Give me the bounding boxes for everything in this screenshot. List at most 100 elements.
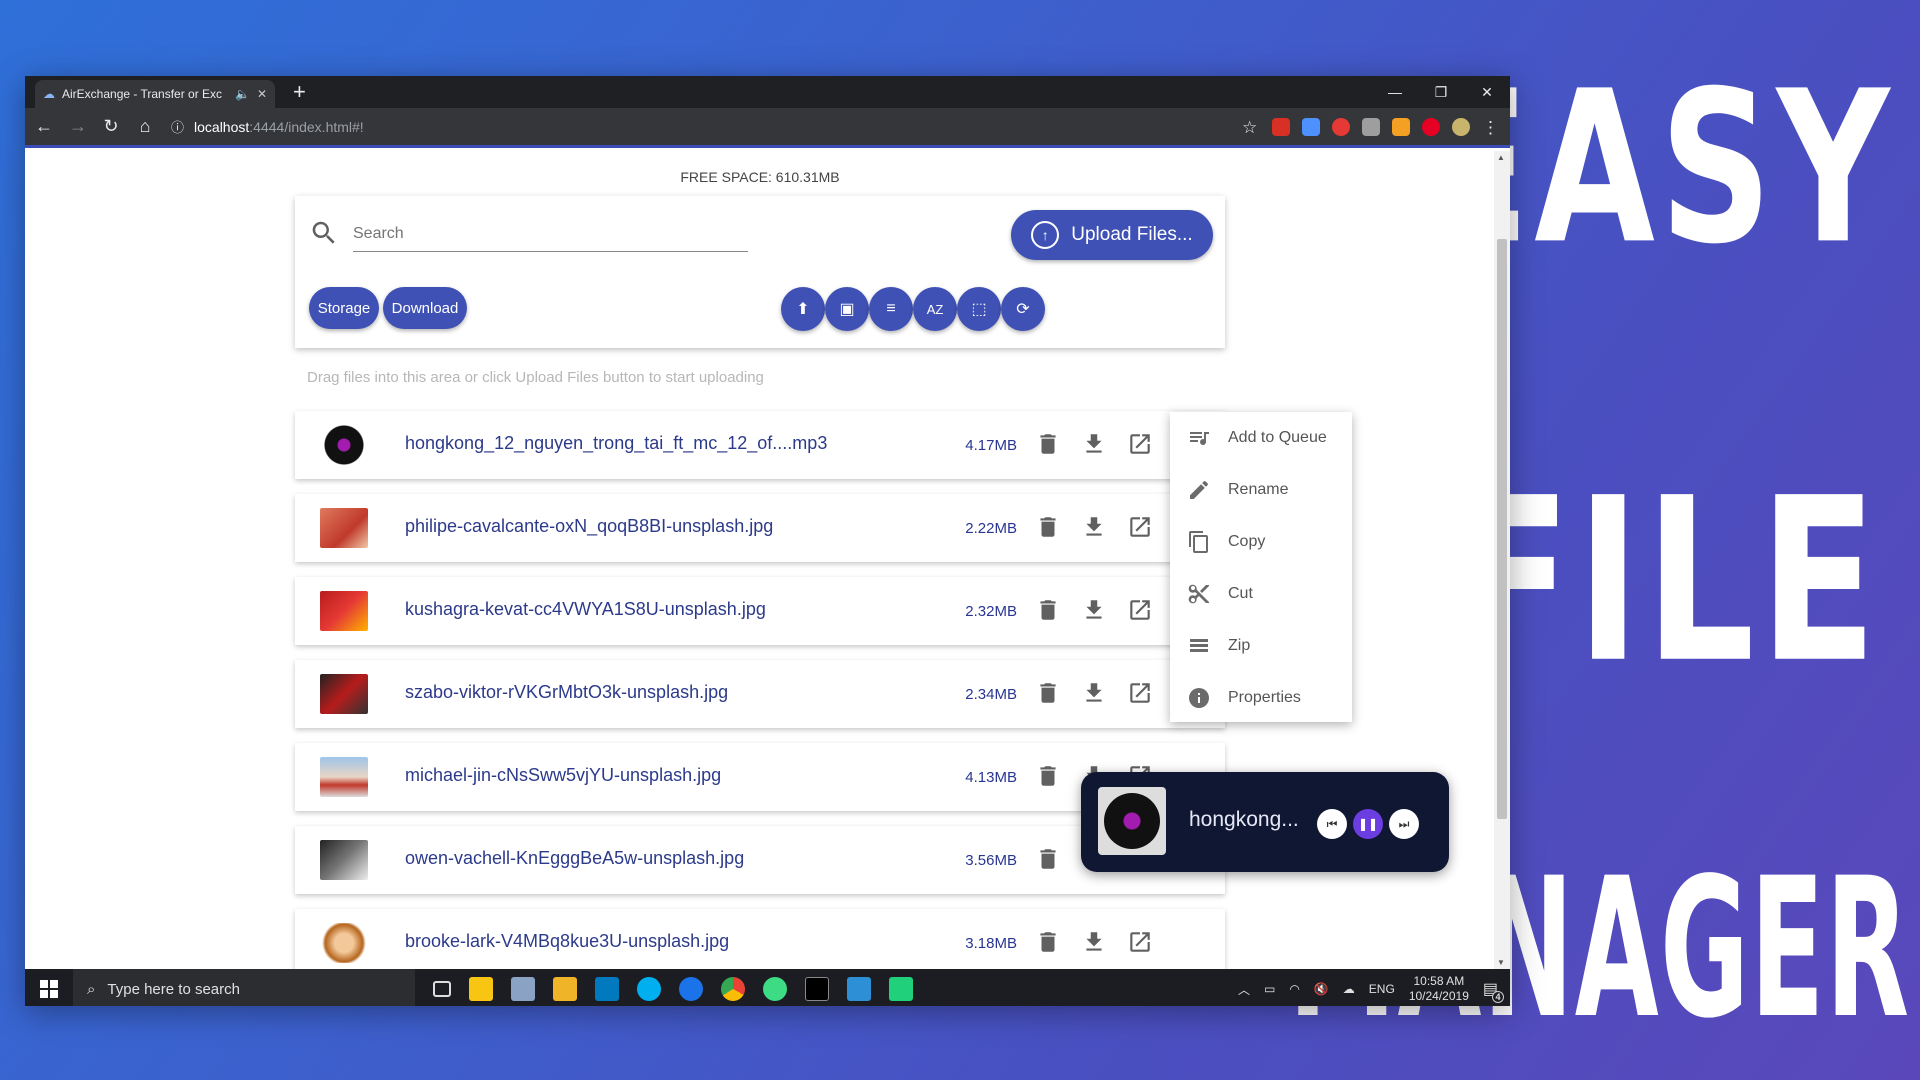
file-name-link[interactable]: hongkong_12_nguyen_trong_tai_ft_mc_12_of… [405, 433, 827, 454]
next-track-button[interactable]: ⏭ [1389, 809, 1419, 839]
home-icon[interactable]: ⌂ [137, 116, 153, 137]
pause-button[interactable]: ❚❚ [1353, 809, 1383, 839]
chrome-icon[interactable] [721, 977, 745, 1001]
new-folder-button[interactable]: ▣ [825, 287, 869, 331]
file-name-link[interactable]: szabo-viktor-rVKGrMbtO3k-unsplash.jpg [405, 682, 728, 703]
select-all-button[interactable]: ⬚ [957, 287, 1001, 331]
download-icon[interactable] [1079, 927, 1109, 957]
volume-muted-icon[interactable]: 🔇 [1314, 982, 1329, 996]
delete-icon[interactable] [1033, 512, 1063, 542]
sticky-notes-icon[interactable] [469, 977, 493, 1001]
intellij-icon[interactable] [847, 977, 871, 1001]
gmail-extension-icon[interactable] [1272, 117, 1290, 136]
delete-icon[interactable] [1033, 678, 1063, 708]
taskbar-search[interactable]: ⌕ Type here to search [73, 969, 415, 1006]
info-icon[interactable]: ⓘ [171, 117, 184, 136]
search-input[interactable] [353, 216, 748, 252]
file-name-link[interactable]: brooke-lark-V4MBq8kue3U-unsplash.jpg [405, 931, 729, 952]
refresh-button[interactable]: ⟳ [1001, 287, 1045, 331]
open-external-icon[interactable] [1125, 429, 1155, 459]
previous-track-button[interactable]: ⏮ [1317, 809, 1347, 839]
download-icon[interactable] [1079, 429, 1109, 459]
adblock-extension-icon[interactable] [1332, 117, 1350, 136]
file-name-link[interactable]: philipe-cavalcante-oxN_qoqB8BI-unsplash.… [405, 516, 773, 537]
tray-chevron-icon[interactable]: ︿ [1238, 981, 1250, 998]
file-row[interactable]: szabo-viktor-rVKGrMbtO3k-unsplash.jpg 2.3… [295, 660, 1225, 728]
download-icon[interactable] [1079, 595, 1109, 625]
file-size: 2.22MB [965, 520, 1017, 537]
trello-icon[interactable] [595, 977, 619, 1001]
menu-item-cut[interactable]: Cut [1170, 568, 1352, 620]
restore-icon[interactable]: ❐ [1418, 76, 1464, 108]
file-row[interactable]: philipe-cavalcante-oxN_qoqB8BI-unsplash.… [295, 494, 1225, 562]
file-row[interactable]: kushagra-kevat-cc4VWYA1S8U-unsplash.jpg 2… [295, 577, 1225, 645]
close-tab-icon[interactable]: ✕ [257, 87, 267, 101]
battery-icon[interactable]: ▭ [1264, 982, 1275, 996]
upload-files-button[interactable]: ↑ Upload Files... [1011, 210, 1213, 260]
menu-kebab-icon[interactable]: ⋮ [1482, 118, 1500, 137]
filter-button[interactable]: ≡ [869, 287, 913, 331]
maps-icon[interactable] [679, 977, 703, 1001]
key-extension-icon[interactable] [1392, 117, 1410, 136]
reload-icon[interactable]: ↻ [103, 116, 119, 137]
scroll-thumb[interactable] [1497, 239, 1507, 819]
download-icon[interactable] [1079, 512, 1109, 542]
skype-icon[interactable] [637, 977, 661, 1001]
open-external-icon[interactable] [1125, 512, 1155, 542]
menu-item-copy[interactable]: Copy [1170, 516, 1352, 568]
browser-tab[interactable]: ☁ AirExchange - Transfer or Exc 🔈 ✕ [35, 80, 275, 108]
file-size: 2.34MB [965, 686, 1017, 703]
page-scrollbar[interactable]: ▲ ▼ [1494, 151, 1510, 969]
storage-button[interactable]: Storage [309, 287, 379, 329]
photos-app-icon[interactable] [511, 977, 535, 1001]
notification-center-icon[interactable]: ▤ 4 [1483, 979, 1504, 1003]
open-external-icon[interactable] [1125, 927, 1155, 957]
menu-item-properties[interactable]: Properties [1170, 672, 1352, 724]
translate-extension-icon[interactable] [1302, 117, 1320, 136]
open-external-icon[interactable] [1125, 678, 1155, 708]
back-arrow-icon[interactable]: ← [35, 116, 53, 137]
menu-item-label: Zip [1228, 637, 1251, 654]
scroll-up-icon[interactable]: ▲ [1497, 153, 1505, 162]
scroll-down-icon[interactable]: ▼ [1497, 958, 1505, 967]
delete-icon[interactable] [1033, 595, 1063, 625]
bookmark-star-icon[interactable]: ☆ [1242, 118, 1260, 137]
minimize-icon[interactable]: — [1372, 76, 1418, 108]
url-field[interactable]: ⓘ localhost:4444/index.html#! [171, 113, 1224, 141]
delete-icon[interactable] [1033, 429, 1063, 459]
speaker-icon[interactable]: 🔈 [235, 87, 250, 101]
file-row[interactable]: brooke-lark-V4MBq8kue3U-unsplash.jpg 3.18… [295, 909, 1225, 969]
open-external-icon[interactable] [1125, 595, 1155, 625]
close-window-icon[interactable]: ✕ [1464, 76, 1510, 108]
delete-icon[interactable] [1033, 927, 1063, 957]
windows-start-icon[interactable] [25, 980, 73, 998]
menu-item-add-to-queue[interactable]: Add to Queue [1170, 412, 1352, 464]
onedrive-icon[interactable]: ☁ [1343, 982, 1355, 996]
delete-icon[interactable] [1033, 761, 1063, 791]
task-view-icon[interactable] [433, 981, 451, 997]
wifi-icon[interactable]: ◠ [1289, 982, 1299, 996]
forward-arrow-icon[interactable]: → [69, 116, 87, 137]
profile-avatar-icon[interactable] [1452, 117, 1470, 136]
upload-icon-button[interactable]: ⬆ [781, 287, 825, 331]
green-app-icon[interactable] [889, 977, 913, 1001]
terminal-icon[interactable] [805, 977, 829, 1001]
file-name-link[interactable]: owen-vachell-KnEgggBeA5w-unsplash.jpg [405, 848, 744, 869]
android-studio-icon[interactable] [763, 977, 787, 1001]
file-explorer-icon[interactable] [553, 977, 577, 1001]
taskbar-clock[interactable]: 10:58 AM 10/24/2019 [1409, 974, 1469, 1004]
download-button[interactable]: Download [383, 287, 467, 329]
download-icon[interactable] [1079, 678, 1109, 708]
menu-item-rename[interactable]: Rename [1170, 464, 1352, 516]
shield-extension-icon[interactable] [1362, 117, 1380, 136]
file-row[interactable]: hongkong_12_nguyen_trong_tai_ft_mc_12_of… [295, 411, 1225, 479]
pinterest-extension-icon[interactable] [1422, 117, 1440, 136]
menu-item-label: Properties [1228, 689, 1301, 706]
new-tab-button[interactable]: + [293, 79, 306, 105]
delete-icon[interactable] [1033, 844, 1063, 874]
menu-item-zip[interactable]: Zip [1170, 620, 1352, 672]
file-name-link[interactable]: michael-jin-cNsSww5vjYU-unsplash.jpg [405, 765, 721, 786]
file-name-link[interactable]: kushagra-kevat-cc4VWYA1S8U-unsplash.jpg [405, 599, 766, 620]
language-indicator[interactable]: ENG [1369, 982, 1395, 996]
sort-button[interactable]: AZ [913, 287, 957, 331]
